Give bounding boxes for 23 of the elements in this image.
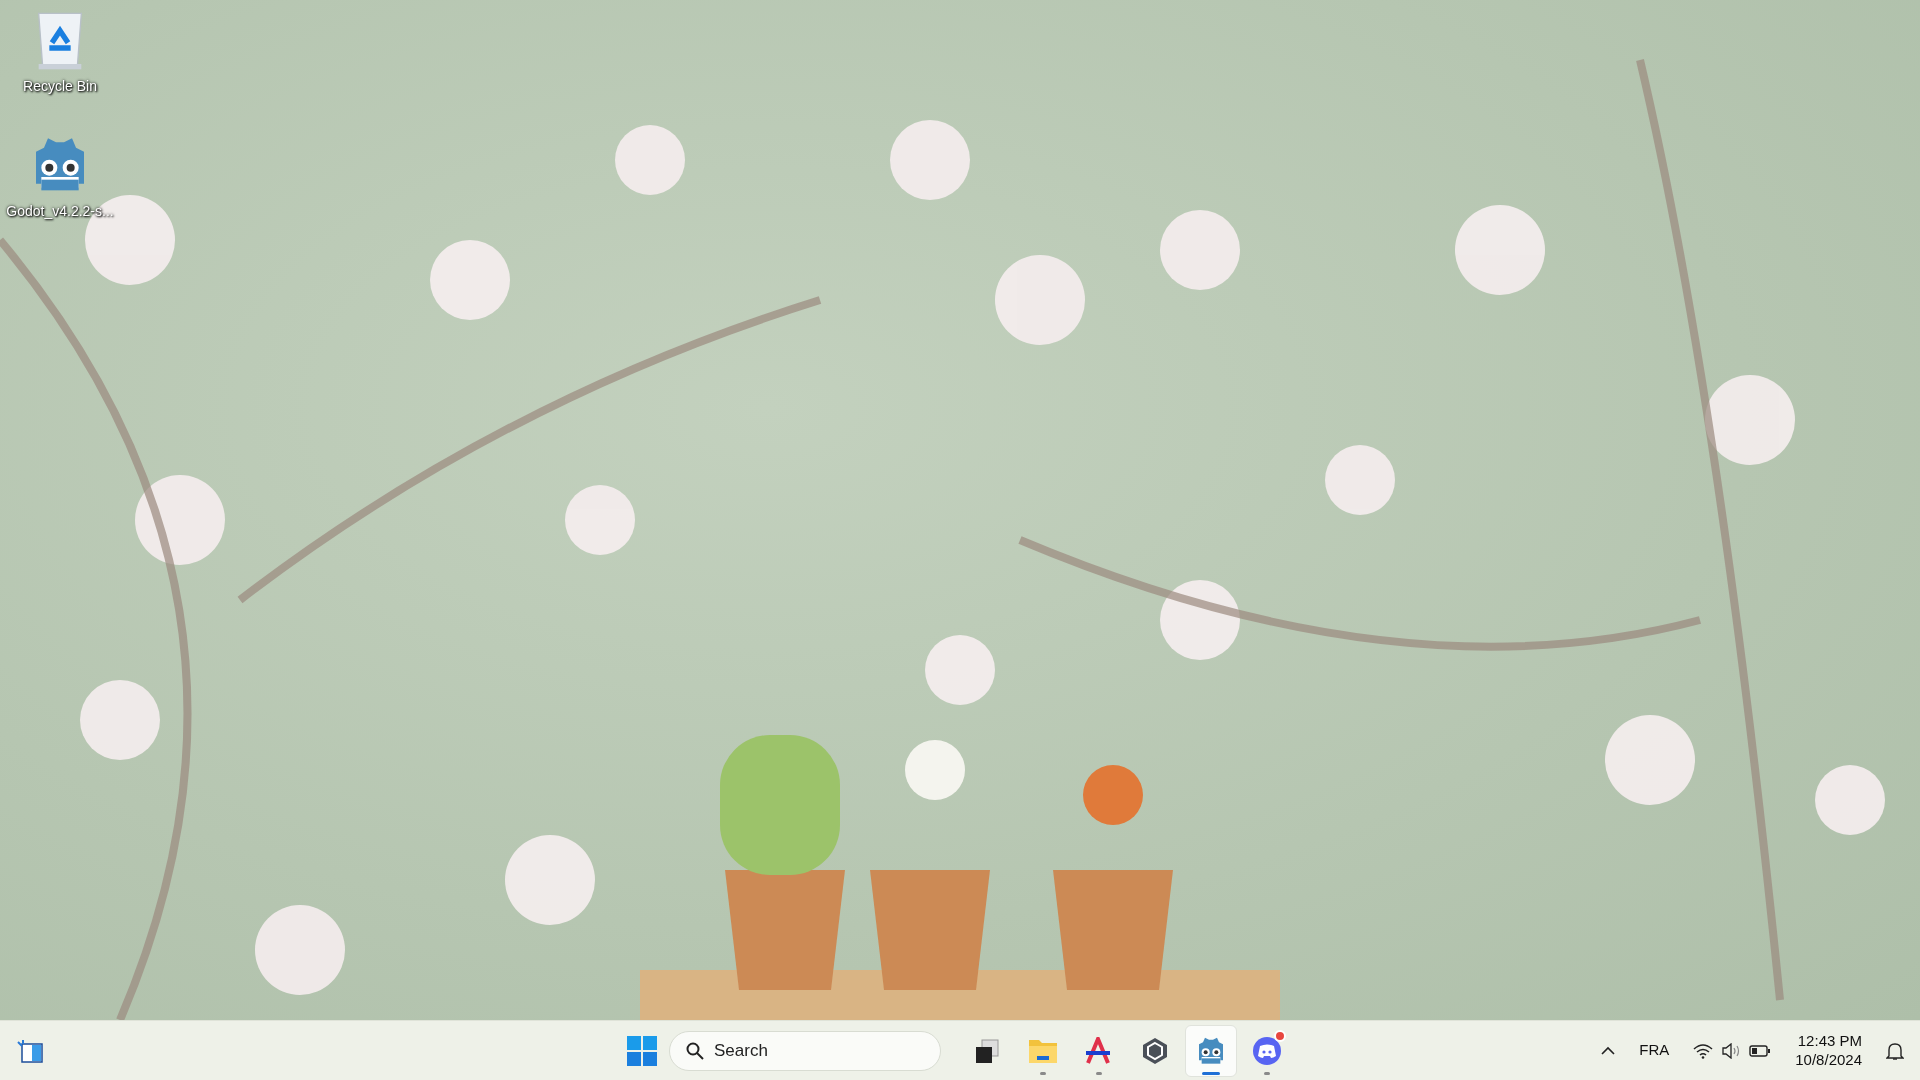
- clock-date[interactable]: 10/8/2024: [1795, 1050, 1862, 1070]
- start-button[interactable]: [627, 1035, 657, 1066]
- search-field[interactable]: Search: [712, 1036, 912, 1065]
- wifi-icon[interactable]: [1693, 1042, 1714, 1059]
- cube-icon: [1141, 1036, 1169, 1065]
- desktop-icon-label: Godot_v4.2.2-s...: [6, 202, 114, 221]
- running-indicator: [1202, 1071, 1220, 1075]
- search-box[interactable]: Search: [669, 1030, 941, 1071]
- search-icon: [686, 1041, 704, 1060]
- running-indicator: [1264, 1071, 1270, 1075]
- notification-badge: [1274, 1029, 1286, 1042]
- battery-icon[interactable]: [1749, 1043, 1772, 1058]
- running-indicator: [1040, 1071, 1046, 1075]
- chevron-up-icon[interactable]: [1601, 1045, 1616, 1056]
- widgets-icon[interactable]: [16, 1037, 44, 1064]
- running-indicator: [1096, 1071, 1102, 1075]
- task-view-icon: [973, 1036, 1001, 1065]
- desktop-icon-label: Recycle Bin: [23, 77, 97, 96]
- bell-icon[interactable]: [1886, 1040, 1904, 1061]
- speaker-icon[interactable]: [1721, 1042, 1742, 1059]
- game-controller-face-icon: [1252, 1035, 1282, 1066]
- clock-time[interactable]: 12:43 PM: [1795, 1031, 1862, 1051]
- language-indicator[interactable]: FRA: [1639, 1039, 1670, 1062]
